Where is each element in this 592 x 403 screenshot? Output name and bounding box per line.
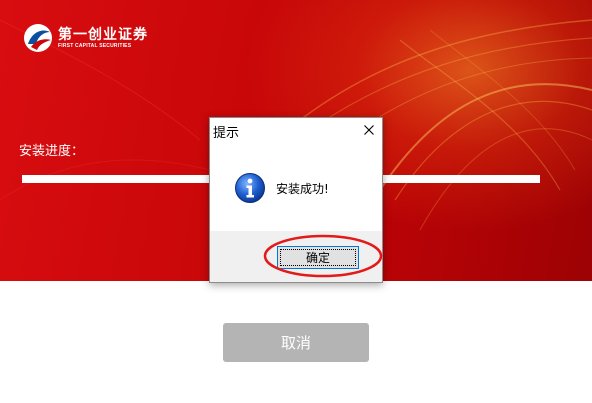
cancel-button[interactable]: 取消: [223, 323, 369, 362]
logo-name-cn: 第一创业证券: [58, 26, 148, 43]
info-icon: [235, 173, 265, 203]
dialog-content: 安装成功!: [210, 142, 382, 231]
close-icon: [364, 125, 374, 135]
brand-logo: 第一创业证券 FIRST CAPITAL SECURITIES: [22, 22, 148, 54]
annotation-highlight: [263, 234, 383, 278]
dialog-close-button[interactable]: [359, 120, 379, 140]
logo-name-en: FIRST CAPITAL SECURITIES: [58, 42, 132, 49]
dialog-message: 安装成功!: [276, 182, 329, 196]
dialog-titlebar[interactable]: 提示: [210, 118, 382, 142]
progress-label: 安装进度：: [19, 144, 85, 159]
logo-emblem-icon: [24, 24, 52, 52]
dialog-title: 提示: [213, 126, 240, 141]
